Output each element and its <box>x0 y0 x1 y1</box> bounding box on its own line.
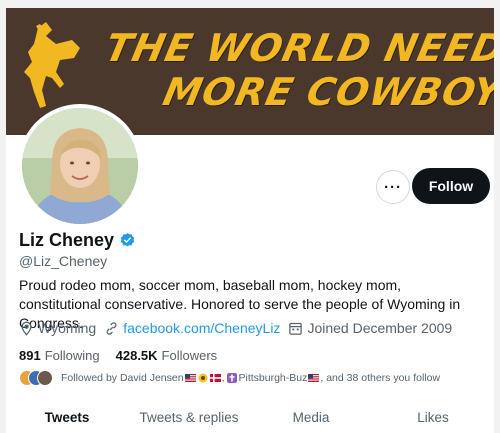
banner-headline-line2: MORE COWBOYS <box>159 70 494 114</box>
sunflower-icon <box>198 373 208 383</box>
location-text: Wyoming <box>38 320 97 336</box>
joined-text: Joined December 2009 <box>307 320 453 336</box>
profile-avatar[interactable] <box>18 104 142 228</box>
us-flag-icon <box>308 374 320 382</box>
website-item[interactable]: facebook.com/CheneyLiz <box>104 320 280 336</box>
avatar-photo <box>22 108 138 224</box>
banner-headline-line1: THE WORLD NEEDS <box>101 26 494 70</box>
followed-by-suffix: , and 38 others you follow <box>320 372 441 384</box>
profile-meta: Wyoming facebook.com/CheneyLiz Joined De… <box>19 320 460 336</box>
followers-label: Followers <box>161 348 218 363</box>
followers-count: 428.5K <box>115 348 158 363</box>
followed-by-prefix: Followed by David Jensen <box>61 372 184 384</box>
location-pin-icon <box>21 321 32 336</box>
us-flag-icon <box>184 374 196 382</box>
following-count: 891 <box>19 348 41 363</box>
profile-page: THE WORLD NEEDS MORE COWBOYS ··· Follow … <box>6 8 494 433</box>
follower-avatars <box>19 370 53 386</box>
tab-tweets-replies[interactable]: Tweets & replies <box>128 406 250 433</box>
link-icon <box>106 321 117 335</box>
bucking-horse-logo <box>24 22 80 108</box>
following-count-link[interactable]: 891 Following <box>19 348 100 363</box>
followed-by-separator: , <box>221 372 225 384</box>
location-item: Wyoming <box>19 320 96 336</box>
name-row: Liz Cheney <box>19 230 136 251</box>
joined-item: Joined December 2009 <box>288 320 452 336</box>
followed-by-row[interactable]: Followed by David Jensen , Pittsburgh-Bu… <box>19 370 440 386</box>
profile-tabs: Tweets Tweets & replies Media Likes <box>6 406 494 433</box>
followers-count-link[interactable]: 428.5K Followers <box>116 348 218 363</box>
follow-button[interactable]: Follow <box>412 168 490 204</box>
follower-avatar <box>37 370 53 386</box>
website-link[interactable]: facebook.com/CheneyLiz <box>123 320 280 336</box>
denmark-flag-icon <box>209 374 221 382</box>
follow-counts: 891 Following 428.5K Followers <box>19 348 233 363</box>
cross-icon <box>226 373 237 383</box>
followed-by-second: Pittsburgh-Buz <box>238 372 308 384</box>
tab-media[interactable]: Media <box>250 406 372 433</box>
more-options-button[interactable]: ··· <box>376 170 410 204</box>
following-label: Following <box>44 348 100 363</box>
profile-handle: @Liz_Cheney <box>19 253 108 269</box>
tab-likes[interactable]: Likes <box>372 406 494 433</box>
calendar-icon <box>289 322 303 335</box>
display-name: Liz Cheney <box>19 230 115 250</box>
verified-badge-icon <box>120 233 135 247</box>
tab-tweets[interactable]: Tweets <box>6 406 128 433</box>
